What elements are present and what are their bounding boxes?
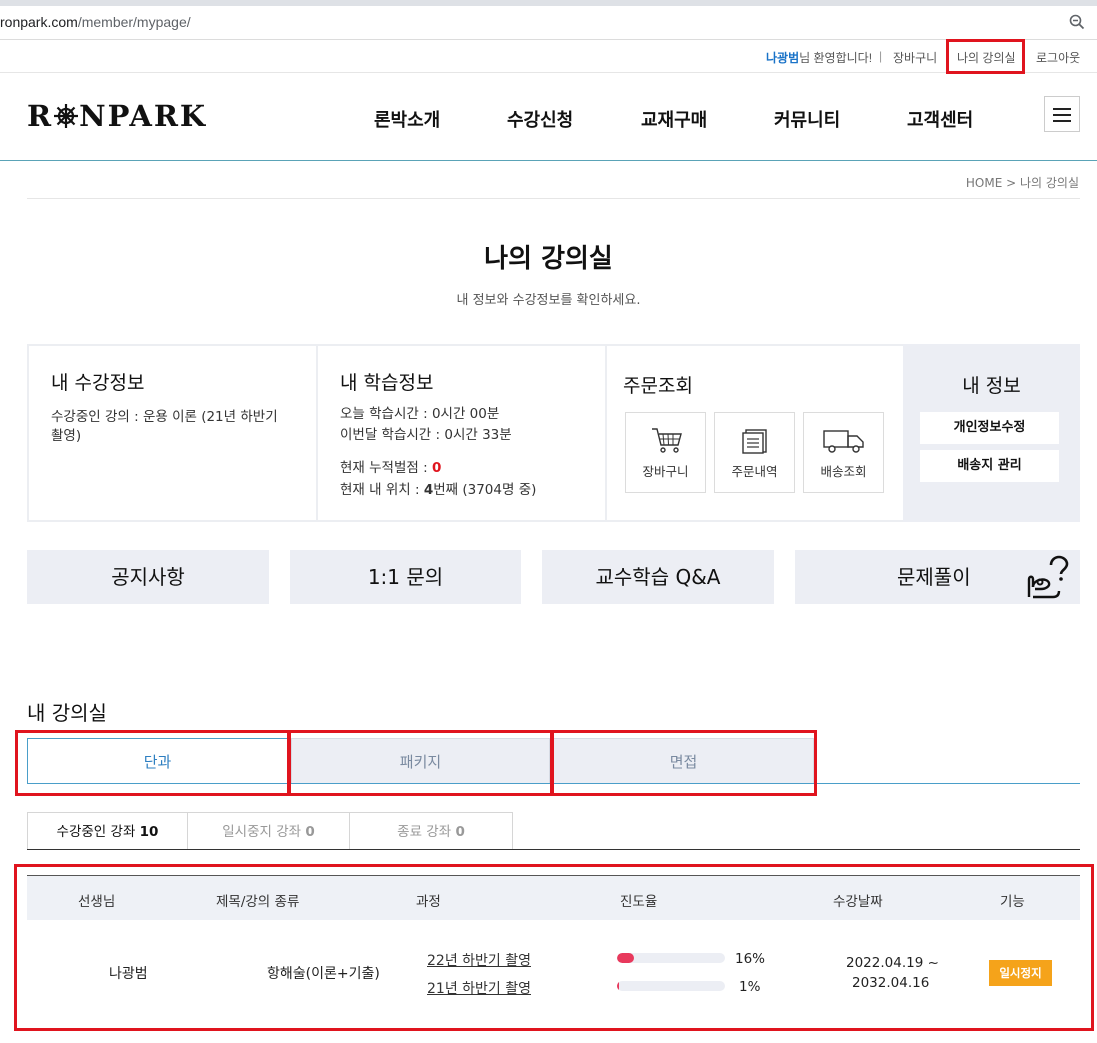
highlight-tab-interview <box>550 730 817 796</box>
problem-solving-label: 문제풀이 <box>897 565 971 589</box>
classroom-section-title: 내 강의실 <box>27 701 107 725</box>
study-info-title: 내 학습정보 <box>340 372 434 394</box>
order-list-icon <box>742 429 767 454</box>
hamburger-icon[interactable] <box>1044 96 1080 132</box>
current-course-text: 수강중인 강의 : 운용 이론 (21년 하반기 <box>51 409 278 425</box>
delivery-tracking-button-label: 배송조회 <box>820 464 867 479</box>
util-separator: | <box>879 49 883 63</box>
my-info-title: 내 정보 <box>962 375 1021 397</box>
current-course-text-cont: 촬영) <box>51 428 82 444</box>
study-info-panel: 내 학습정보 오늘 학습시간 : 0시간 00분 이번달 학습시간 : 0시간 … <box>316 344 607 522</box>
address-management-button[interactable]: 배송지 관리 <box>920 450 1059 482</box>
site-header: R NPARK 론박소개 수강신청 교재구매 커뮤니티 고객센터 <box>0 73 1097 161</box>
notice-button[interactable]: 공지사항 <box>27 550 269 604</box>
url-host: ronpark.com <box>0 14 78 30</box>
truck-icon <box>823 430 864 453</box>
course-info-title: 내 수강정보 <box>51 372 145 394</box>
subtab-finished-courses[interactable]: 종료 강좌 0 <box>349 812 513 850</box>
browser-address-bar[interactable]: ronpark.com/member/mypage/ <box>0 0 1097 40</box>
util-cart-link[interactable]: 장바구니 <box>893 49 937 66</box>
breadcrumb: HOME > 나의 강의실 <box>965 176 1079 190</box>
url-text[interactable]: ronpark.com/member/mypage/ <box>0 14 191 30</box>
user-name: 나광범 <box>766 51 800 65</box>
highlight-tab-single <box>15 730 291 796</box>
subtab-paused-courses[interactable]: 일시중지 강좌 0 <box>187 812 350 850</box>
order-history-button-label: 주문내역 <box>731 464 778 479</box>
nav-support[interactable]: 고객센터 <box>907 106 973 132</box>
cart-button[interactable]: 장바구니 <box>625 412 706 493</box>
highlight-course-table <box>14 864 1094 1031</box>
problem-solving-button[interactable]: 문제풀이 <box>795 550 1080 604</box>
highlight-my-classroom-link <box>946 39 1025 74</box>
edit-profile-button[interactable]: 개인정보수정 <box>920 412 1059 444</box>
page-subtitle: 내 정보와 수강정보를 확인하세요. <box>456 293 641 308</box>
welcome-text: 나광범님 환영합니다! <box>766 49 872 66</box>
logo-text-right: NPARK <box>79 99 208 133</box>
subtabs-divider <box>27 849 1080 850</box>
order-lookup-panel: 주문조회 장바구니 주문내역 배송조회 <box>605 344 905 522</box>
welcome-suffix: 님 환영합니다! <box>799 51 873 65</box>
url-path: /member/mypage/ <box>77 14 191 30</box>
highlight-tab-package <box>287 730 554 796</box>
nav-community[interactable]: 커뮤니티 <box>774 106 840 132</box>
delivery-tracking-button[interactable]: 배송조회 <box>803 412 884 493</box>
course-info-panel: 내 수강정보 수강중인 강의 : 운용 이론 (21년 하반기 촬영) <box>27 344 318 522</box>
question-hand-icon <box>1027 555 1069 599</box>
penalty-points: 현재 누적벌점 : 0 <box>340 460 442 476</box>
nav-books[interactable]: 교재구매 <box>641 106 707 132</box>
nav-enroll[interactable]: 수강신청 <box>507 106 573 132</box>
today-study-time: 오늘 학습시간 : 0시간 00분 <box>340 406 500 422</box>
ship-wheel-icon <box>54 104 79 128</box>
subtab-active-courses[interactable]: 수강중인 강좌 10 <box>27 812 188 850</box>
util-logout-link[interactable]: 로그아웃 <box>1036 49 1080 66</box>
browser-tab-strip <box>0 0 1097 6</box>
cart-button-label: 장바구니 <box>642 464 689 479</box>
month-study-time: 이번달 학습시간 : 0시간 33분 <box>340 427 512 443</box>
page-title: 나의 강의실 <box>484 244 613 274</box>
my-info-panel: 내 정보 개인정보수정 배송지 관리 <box>903 344 1080 522</box>
rank-position: 현재 내 위치 : 4번째 (3704명 중) <box>340 482 537 498</box>
logo-text-left: R <box>27 99 54 133</box>
cart-icon <box>652 428 682 453</box>
nav-about[interactable]: 론박소개 <box>374 106 440 132</box>
order-lookup-title: 주문조회 <box>623 375 693 397</box>
zoom-out-icon[interactable] <box>1069 14 1085 30</box>
site-logo[interactable]: R NPARK <box>27 99 207 133</box>
divider <box>27 198 1080 199</box>
order-history-button[interactable]: 주문내역 <box>714 412 795 493</box>
utility-nav: 나광범님 환영합니다! | 장바구니 나의 강의실 로그아웃 <box>0 40 1097 73</box>
professor-qa-button[interactable]: 교수학습 Q&A <box>542 550 774 604</box>
inquiry-button[interactable]: 1:1 문의 <box>290 550 521 604</box>
